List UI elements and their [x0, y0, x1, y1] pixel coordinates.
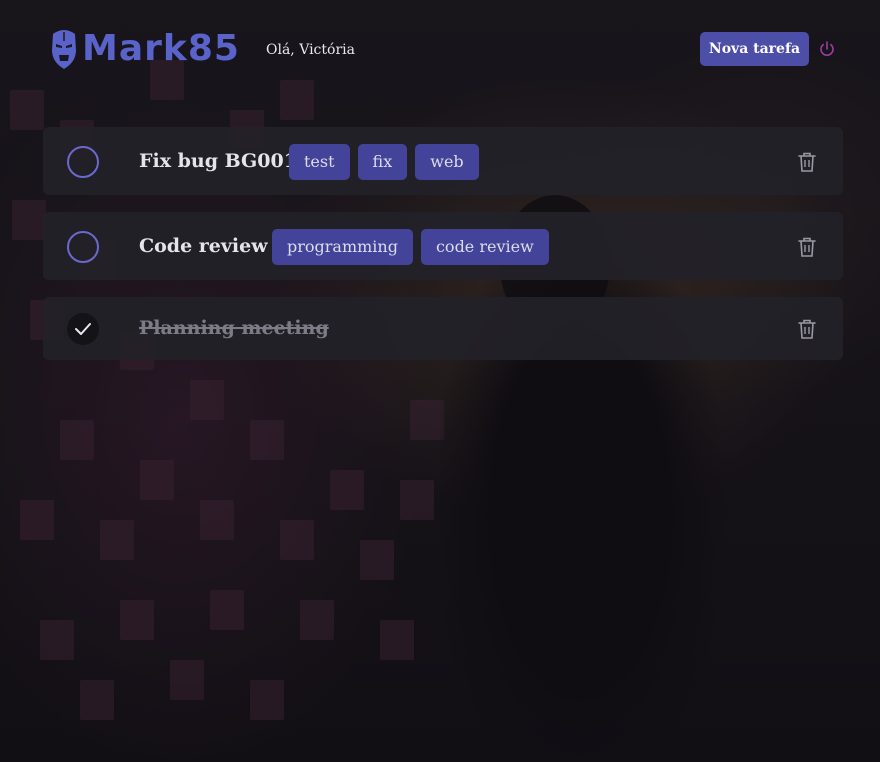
task-tags: test fix web: [289, 144, 479, 180]
task-toggle-checkbox[interactable]: [67, 231, 99, 263]
task-list: Fix bug BG001 test fix web Code review p…: [43, 127, 843, 377]
task-title: Planning meeting: [139, 317, 329, 339]
user-greeting: Olá, Victória: [266, 42, 355, 58]
task-item: Fix bug BG001 test fix web: [43, 127, 843, 195]
checkmark-icon: [75, 323, 91, 335]
task-item-completed: Planning meeting: [43, 297, 843, 360]
power-icon[interactable]: [818, 40, 836, 58]
iron-mask-icon: [52, 30, 76, 69]
app-root: Mark85 Olá, Victória Nova tarefa Fix bug…: [0, 0, 880, 762]
task-tag: web: [415, 144, 479, 180]
task-item: Code review programming code review: [43, 212, 843, 280]
brand-logo: Mark85: [50, 28, 240, 70]
task-toggle-checkbox[interactable]: [67, 313, 99, 345]
task-tag: programming: [272, 229, 413, 265]
brand-name: Mark85: [82, 28, 240, 69]
task-tags: programming code review: [272, 229, 549, 265]
task-tag: code review: [420, 229, 549, 265]
new-task-button[interactable]: Nova tarefa: [700, 32, 809, 66]
task-title: Code review: [139, 235, 268, 257]
trash-icon[interactable]: [797, 151, 817, 173]
task-title: Fix bug BG001: [139, 150, 297, 172]
task-tag: test: [289, 144, 350, 180]
top-bar: Mark85 Olá, Victória Nova tarefa: [0, 0, 880, 100]
trash-icon[interactable]: [797, 236, 817, 258]
task-toggle-checkbox[interactable]: [67, 146, 99, 178]
task-tag: fix: [357, 144, 408, 180]
trash-icon[interactable]: [797, 318, 817, 340]
